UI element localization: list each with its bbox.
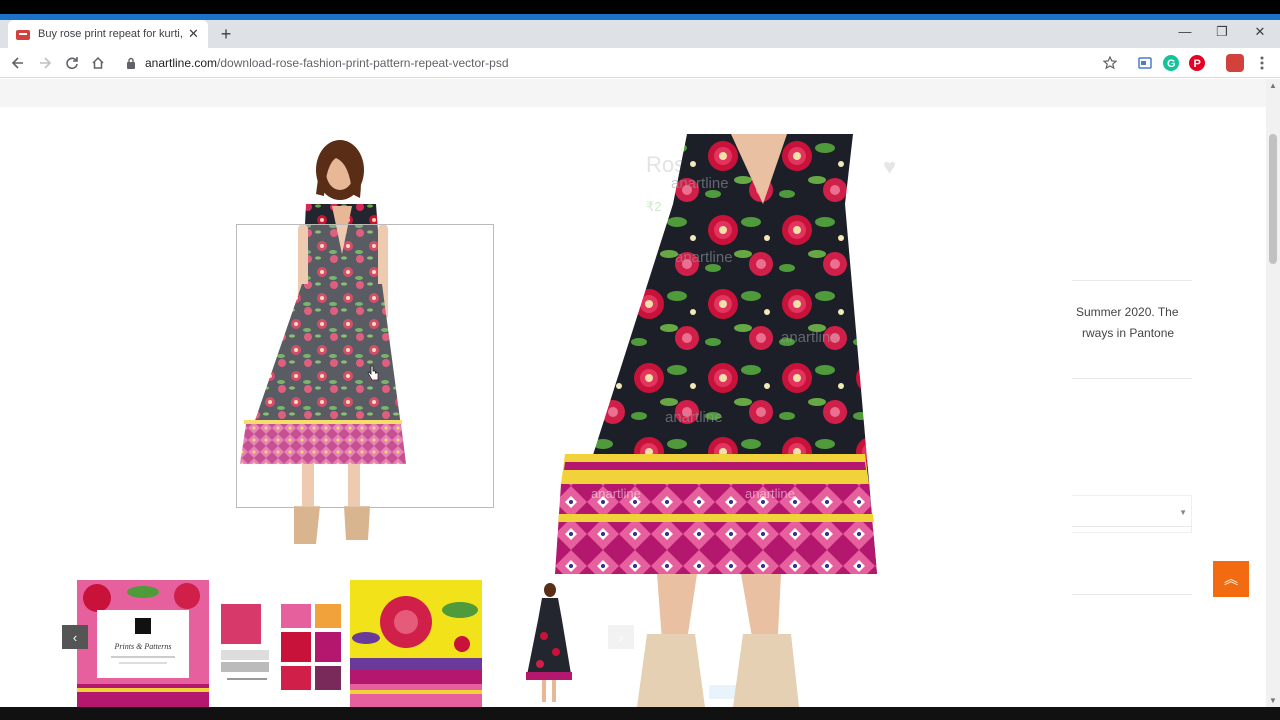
tab-title: Buy rose print repeat for kurti, h [38,28,184,40]
extension-icon[interactable] [1137,55,1153,71]
svg-text:anartline: anartline [675,249,733,266]
yellow-rose-thumb[interactable] [350,580,482,707]
minimize-button[interactable]: — [1175,24,1195,39]
os-titlebar [0,0,1280,14]
rose-pattern-thumb[interactable]: Prints & Patterns [77,580,209,707]
grammarly-icon[interactable]: G [1163,55,1179,71]
scrollbar-thumb[interactable] [1269,134,1277,264]
browser-tab[interactable]: Buy rose print repeat for kurti, h ✕ [8,20,208,48]
page-scrollbar[interactable]: ▲ ▼ [1266,79,1280,707]
address-bar[interactable]: anartline.com/download-rose-fashion-prin… [145,56,509,70]
scroll-to-top-button[interactable]: ︽ [1213,561,1249,597]
lock-icon[interactable] [126,56,136,69]
description-line: rways in Pantone [1082,326,1175,340]
tab-strip: Buy rose print repeat for kurti, h ✕ + —… [0,20,1280,48]
profile-icon[interactable] [1226,54,1244,72]
description-line: Summer 2020. The [1076,305,1179,319]
forward-icon[interactable] [35,53,55,73]
watermark-text: anartline [671,175,729,192]
divider [1072,280,1192,281]
star-icon[interactable] [1100,53,1120,73]
url-domain: anartline.com [145,56,218,70]
divider [1072,378,1192,379]
zoom-lens[interactable] [236,224,494,508]
chevron-down-icon: ▼ [1179,508,1187,517]
restore-button[interactable]: ❐ [1212,24,1232,40]
browser-toolbar: anartline.com/download-rose-fashion-prin… [0,48,1280,78]
close-window-button[interactable]: ✕ [1250,24,1270,40]
page-content: Rose P er ♥ ₹2 Summer 2020. The rways in… [0,79,1266,707]
home-icon[interactable] [88,53,108,73]
os-bottom-edge [0,707,1280,720]
scroll-down-icon[interactable]: ▼ [1269,696,1277,705]
menu-icon[interactable] [1252,53,1272,73]
cursor-hand-icon [367,365,379,381]
svg-text:anartline: anartline [665,409,723,426]
svg-text:anartline: anartline [745,486,795,501]
divider [1072,594,1192,595]
patterns-catalog-thumb[interactable] [213,580,345,707]
scroll-up-icon[interactable]: ▲ [1269,81,1277,90]
gallery-prev-button[interactable]: ‹ [62,625,88,649]
dress-thumb[interactable] [486,580,618,707]
product-description: Summer 2020. The rways in Pantone [1076,302,1196,344]
new-tab-button[interactable]: + [217,24,235,45]
header-band [0,79,1266,107]
url-path: /download-rose-fashion-print-pattern-rep… [217,56,509,70]
site-favicon-icon [16,28,30,40]
wishlist-heart-icon[interactable]: ♥ [883,154,896,180]
reload-icon[interactable] [62,53,82,73]
svg-text:P: P [1194,58,1201,70]
divider [1072,526,1192,527]
format-select[interactable]: ▼ [1072,495,1192,533]
gallery-next-button[interactable]: › [608,625,634,649]
svg-text:anartline: anartline [781,329,839,346]
tab-close-icon[interactable]: ✕ [188,26,199,42]
thumb-caption: Prints & Patterns [114,642,172,651]
back-icon[interactable] [8,53,28,73]
pinterest-icon[interactable]: P [1189,55,1205,71]
svg-text:anartline: anartline [591,486,641,501]
svg-text:G: G [1167,58,1176,70]
